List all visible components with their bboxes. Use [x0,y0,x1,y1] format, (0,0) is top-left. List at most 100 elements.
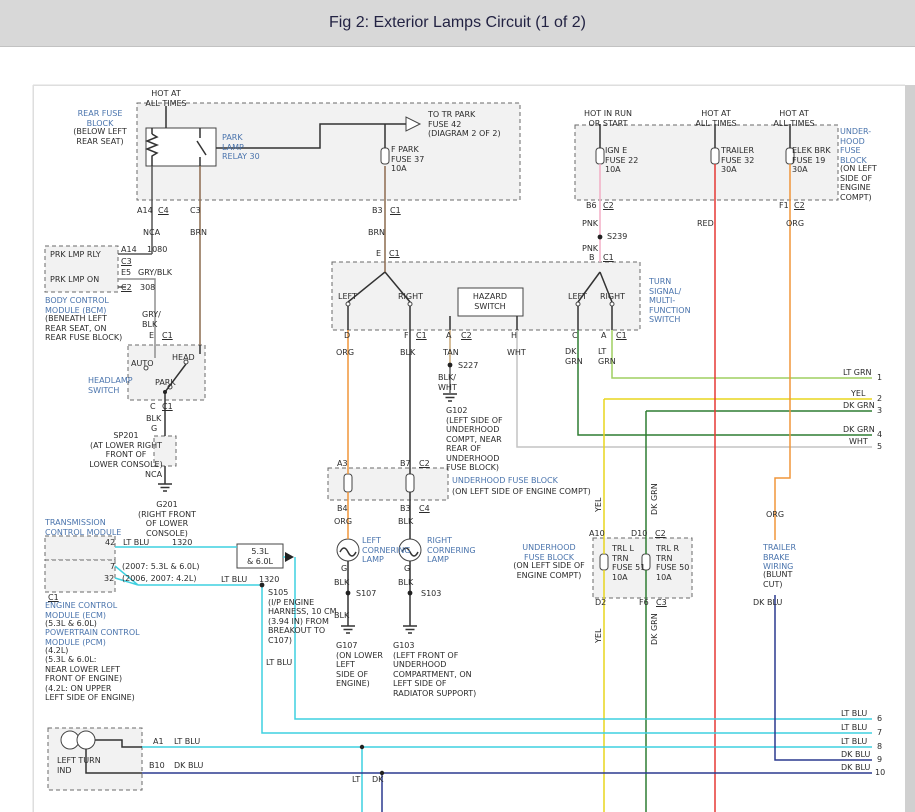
hot-at-all-times-left: HOT AT ALL TIMES [145,89,186,108]
wire-gryblk-1: GRY/BLK [138,268,172,278]
hls-head: HEAD [172,353,195,363]
turn-signal-switch-name: TURN SIGNAL/ MULTI- FUNCTION SWITCH [649,277,691,325]
wire-gryblk-2: GRY/ BLK [142,310,161,329]
elek-brk-fuse-name: ELEK BRK FUSE 19 30A [792,146,831,175]
conn-c2-haz: C2 [461,331,472,341]
ufb2-name: UNDERHOOD FUSE BLOCK [522,543,575,562]
pin-a14-relay: A14 [137,206,153,216]
wire-ltblu-r6: LT BLU [841,709,867,719]
conn-c4: C4 [158,206,169,216]
pin-c-hls: C [150,402,156,412]
wire-nca-2: NCA [145,470,162,480]
wire-blk-lcl: BLK [334,578,349,588]
trailer-fuse-name: TRAILER FUSE 32 30A [721,146,754,175]
conn-c1-tsa: C1 [416,331,427,341]
pin-b3-ufb: B3 [400,504,411,514]
wire-dkgrn-r3: DK GRN [843,401,875,411]
s103-name: S103 [421,589,441,599]
s107-name: S107 [356,589,376,599]
pin-b6: B6 [586,201,597,211]
tcm-name: TRANSMISSION CONTROL MODULE [45,518,121,537]
circuit-1320a: 1320 [172,538,192,548]
ts-right-2: RIGHT [600,292,625,302]
conn-c2-ufb: C2 [419,459,430,469]
pin-d2: D2 [595,598,606,608]
interconnect-3: 3 [877,406,882,416]
wire-dkgrn-ts: DK GRN [565,347,583,366]
ts-left-2: LEFT [568,292,587,302]
wire-wht-r5: WHT [849,437,868,447]
wire-ltblu-r7: LT BLU [841,723,867,733]
pcm-name: POWERTRAIN CONTROL MODULE (PCM) [45,628,140,647]
left-turn-ind-name: LEFT TURN IND [57,756,101,775]
wire-dk-partial: DK [372,775,383,785]
pin-a1: A1 [153,737,164,747]
pin-g-lcl: G [341,564,347,574]
ufb-right-name: UNDER- HOOD FUSE BLOCK [840,127,871,165]
wire-ltblu-tcm: LT BLU [123,538,149,548]
wire-ltblu-a1: LT BLU [174,737,200,747]
pin-a-haz: A [446,331,451,341]
pin-b-tsb: B [589,253,595,263]
wire-dkblu-b10: DK BLU [174,761,203,771]
pin-b7: B7 [400,459,411,469]
bcm-prk-lmp-rly: PRK LMP RLY [50,250,101,260]
interconnect-2: 2 [877,394,882,404]
bcm-prk-lmp-on: PRK LMP ON [50,275,99,285]
ufb2-loc: (ON LEFT SIDE OF ENGINE COMPT) [513,561,584,580]
wire-brn-1: BRN [190,228,207,238]
interconnect-6: 6 [877,714,882,724]
conn-c2-igne: C2 [603,201,614,211]
interconnect-7: 7 [877,728,882,738]
wire-blk-hls: BLK [146,414,161,424]
g102-name: G102 (LEFT SIDE OF UNDERHOOD COMPT, NEAR… [446,406,503,473]
trl-l-trn-fuse: TRL L TRN FUSE 51 10A [612,544,645,582]
note-2007: (2007: 5.3L & 6.0L) [122,562,200,572]
right-cornering-lamp-name: RIGHT CORNERING LAMP [427,536,476,565]
conn-c1-ts-left: C1 [389,249,400,259]
rear-fuse-block-name: REAR FUSE BLOCK [78,109,123,128]
hot-in-run: HOT IN RUN OR START [584,109,632,128]
wire-dkgrn-v2: DK GRN [650,613,660,645]
wire-blk-rcl: BLK [398,578,413,588]
pin-42-tcm: 42 [105,538,115,548]
conn-c3-trl: C3 [656,598,667,608]
bcm-loc: (BENEATH LEFT REAR SEAT, ON REAR FUSE BL… [45,314,122,343]
wire-red-1: RED [697,219,714,229]
wire-blk-lamp: BLK [398,517,413,527]
park-lamp-relay-name: PARK LAMP RELAY 30 [222,133,260,162]
pin-a-tsb: A [601,331,606,341]
conn-c1-fuse: C1 [390,206,401,216]
wire-org-right: ORG [766,510,784,520]
offpage-to-tr-park: TO TR PARK FUSE 42 (DIAGRAM 2 OF 2) [428,110,501,139]
pin-f6: F6 [639,598,649,608]
conn-c2-bcm: C2 [121,283,132,293]
conn-c4-ufb: C4 [419,504,430,514]
wire-dkgrn-v1: DK GRN [650,483,660,515]
wire-blk-g107: BLK [334,611,349,621]
pin-e-hls: E [149,331,154,341]
hls-park: PARK [155,378,176,388]
wire-wht-ts: WHT [507,348,526,358]
circuit-1320b: 1320 [259,575,279,585]
interconnect-4: 4 [877,430,882,440]
wire-tan-ts: TAN [443,348,459,358]
pin-a3: A3 [337,459,348,469]
ts-right-1: RIGHT [398,292,423,302]
interconnect-5: 5 [877,442,882,452]
interconnect-8: 8 [877,742,882,752]
wire-org-lamp: ORG [334,517,352,527]
trailer-brake-wiring-name: TRAILER BRAKE WIRING [763,543,796,572]
pin-32-ecm: 32 [104,574,114,584]
ufb-mid-name: UNDERHOOD FUSE BLOCK [452,476,558,486]
conn-c1-hls: C1 [162,331,173,341]
wire-org-ts: ORG [336,348,354,358]
interconnect-10: 10 [875,768,885,778]
wire-yel-v2: YEL [594,629,604,643]
pin-f-ts: F [404,331,409,341]
pin-e5-bcm: E5 [121,268,131,278]
pin-e-ts: E [376,249,381,259]
pin-f1: F1 [779,201,789,211]
wire-org-1: ORG [786,219,804,229]
wire-nca-1: NCA [143,228,160,238]
